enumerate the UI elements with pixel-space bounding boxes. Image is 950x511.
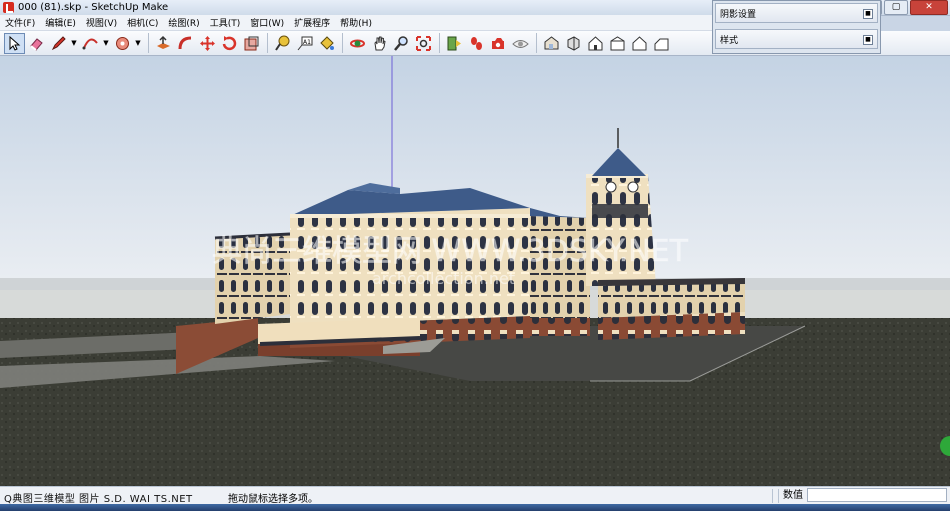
arc-tool-button[interactable]: [80, 33, 101, 54]
shapes-dropdown[interactable]: ▼: [134, 33, 142, 54]
pencil-icon: [51, 35, 66, 50]
paint-bucket-tool-button[interactable]: [316, 33, 337, 54]
menu-window[interactable]: 窗口(W): [245, 16, 289, 29]
iso-view-button[interactable]: [541, 33, 562, 54]
pan-tool-button[interactable]: [369, 33, 390, 54]
tape-measure-tool-button[interactable]: [272, 33, 293, 54]
camera-icon: [492, 37, 504, 49]
house-top-icon: [567, 35, 580, 51]
toolbar-separator: [148, 33, 149, 53]
footprints-icon: [471, 36, 482, 50]
menu-edit[interactable]: 编辑(E): [40, 16, 81, 29]
position-camera-tool-button[interactable]: [488, 33, 509, 54]
section-plane-tool-button[interactable]: [444, 33, 465, 54]
menu-camera[interactable]: 相机(C): [122, 16, 163, 29]
text-label-icon: A1: [297, 36, 313, 50]
eraser-tool-button[interactable]: [26, 33, 47, 54]
walk-tool-button[interactable]: [466, 33, 487, 54]
paint-bucket-icon: [320, 35, 334, 50]
rotate-icon: [222, 35, 237, 50]
menu-extensions[interactable]: 扩展程序: [289, 16, 335, 29]
arc-icon: [82, 37, 98, 49]
menu-bar: 文件(F) 编辑(E) 视图(V) 相机(C) 绘图(R) 工具(T) 窗口(W…: [0, 15, 712, 31]
menu-file[interactable]: 文件(F): [0, 16, 40, 29]
right-view-button[interactable]: [607, 33, 628, 54]
tray-shadow-settings[interactable]: 阴影设置 ■: [715, 3, 878, 23]
shapes-tool-button[interactable]: [112, 33, 133, 54]
default-tray-panel: 阴影设置 ■ 样式 ■: [712, 0, 881, 54]
toolbar-separator: [536, 33, 537, 53]
look-around-tool-button[interactable]: [510, 33, 531, 54]
tray-collapse-icon[interactable]: ■: [863, 9, 873, 19]
close-button[interactable]: ✕: [910, 0, 948, 15]
follow-me-icon: [178, 36, 192, 49]
arc-dropdown[interactable]: ▼: [102, 33, 110, 54]
back-view-button[interactable]: [629, 33, 650, 54]
tray-styles[interactable]: 样式 ■: [715, 29, 878, 49]
pencil-tool-button[interactable]: [48, 33, 69, 54]
pan-hand-icon: [374, 36, 386, 50]
tape-measure-icon: [275, 35, 290, 51]
orbit-icon: [350, 39, 365, 47]
push-pull-tool-button[interactable]: [153, 33, 174, 54]
move-arrows-icon: [200, 35, 215, 51]
watermark-main: 典尚三维模型网 WWW.3DSKY.NET: [212, 234, 689, 269]
house-front-icon: [588, 35, 603, 50]
menu-draw[interactable]: 绘图(R): [163, 16, 204, 29]
house-back-icon: [632, 35, 647, 50]
toolbar-separator: [267, 33, 268, 53]
top-view-button[interactable]: [563, 33, 584, 54]
menu-help[interactable]: 帮助(H): [335, 16, 377, 29]
window-title: 000 (81).skp - SketchUp Make: [18, 2, 169, 13]
house-right-icon: [610, 35, 625, 50]
status-help-text: 拖动鼠标选择多项。: [228, 494, 318, 505]
toolbar-separator: [342, 33, 343, 53]
tray-collapse-icon[interactable]: ■: [863, 35, 873, 45]
circle-shape-icon: [116, 36, 129, 50]
zoom-tool-button[interactable]: [391, 33, 412, 54]
measurements-input[interactable]: [807, 488, 947, 502]
rotate-tool-button[interactable]: [219, 33, 240, 54]
eraser-icon: [30, 37, 43, 51]
model-viewport[interactable]: 典尚三维模型网 WWW.3DSKY.NET archcollection.net: [0, 56, 950, 486]
magnifier-icon: [394, 35, 408, 51]
house-left-icon: [654, 38, 669, 50]
sketchup-app-icon: [3, 2, 14, 13]
tray-styles-label: 样式: [720, 35, 739, 46]
tray-shadow-label: 阴影设置: [720, 9, 757, 20]
status-overlay-text: Q典图三维模型 图片 S.D. WAI TS.NET: [4, 494, 193, 505]
menu-tools[interactable]: 工具(T): [205, 16, 246, 29]
scale-tool-button[interactable]: [241, 33, 262, 54]
maximize-button[interactable]: ▢: [884, 0, 908, 15]
left-view-button[interactable]: [651, 33, 672, 54]
zoom-extents-icon: [416, 35, 431, 51]
house-iso-icon: [544, 35, 559, 49]
zoom-extents-tool-button[interactable]: [413, 33, 434, 54]
measurements-label: 数值: [778, 489, 807, 503]
toolbar-separator: [439, 33, 440, 53]
text-tool-button[interactable]: A1: [294, 33, 315, 54]
orbit-tool-button[interactable]: [347, 33, 368, 54]
section-plane-icon: [447, 36, 461, 50]
select-tool-button[interactable]: [4, 32, 25, 54]
eye-icon: [512, 39, 529, 48]
front-view-button[interactable]: [585, 33, 606, 54]
svg-text:A1: A1: [303, 39, 311, 46]
follow-me-tool-button[interactable]: [175, 33, 196, 54]
arrow-cursor-icon: [9, 35, 21, 51]
taskbar: [0, 504, 950, 511]
watermark-sub: archcollection.net: [372, 269, 515, 288]
menu-view[interactable]: 视图(V): [81, 16, 122, 29]
status-bar: Q典图三维模型 图片 S.D. WAI TS.NET 拖动鼠标选择多项。 数值: [0, 486, 950, 505]
scale-icon: [244, 36, 259, 50]
push-pull-icon: [157, 35, 170, 49]
status-divider: [772, 489, 773, 503]
scene-render: 典尚三维模型网 WWW.3DSKY.NET archcollection.net: [0, 56, 950, 486]
pencil-dropdown[interactable]: ▼: [70, 33, 78, 54]
move-tool-button[interactable]: [197, 33, 218, 54]
